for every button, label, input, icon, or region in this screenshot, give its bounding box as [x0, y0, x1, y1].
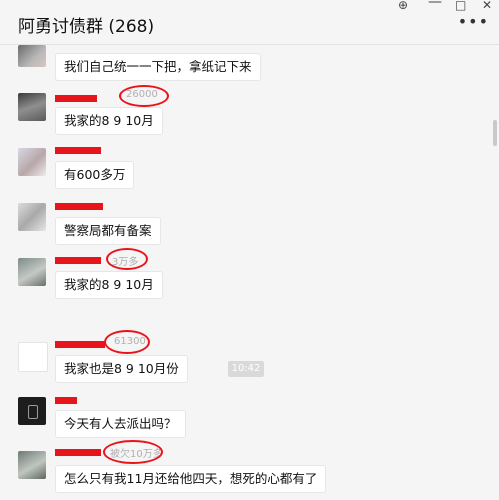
avatar[interactable] [18, 397, 46, 425]
redacted-name [55, 147, 101, 154]
avatar[interactable] [18, 203, 46, 231]
chat-scrollbar[interactable] [492, 45, 498, 500]
message-bubble[interactable]: 我们自己统一一下把，拿纸记下来 [55, 53, 261, 81]
redacted-name [55, 449, 101, 456]
timestamp: 10:42 [228, 361, 264, 377]
scroll-thumb[interactable] [493, 120, 497, 146]
highlight-circle [103, 440, 163, 464]
avatar[interactable] [18, 148, 46, 176]
redacted-name [55, 341, 105, 348]
avatar[interactable] [18, 45, 46, 67]
title-bar: 阿勇讨债群 (268) ⊕ — □ ✕ ••• [0, 0, 499, 45]
avatar[interactable] [18, 451, 46, 479]
more-icon[interactable]: ••• [458, 12, 489, 31]
pin-icon[interactable]: ⊕ [398, 0, 408, 12]
message-bubble[interactable]: 有600多万 [55, 161, 135, 189]
maximize-icon[interactable]: □ [455, 0, 466, 12]
highlight-circle [106, 248, 148, 270]
redacted-name [55, 397, 77, 404]
redacted-name [55, 257, 101, 264]
highlight-circle [104, 330, 150, 354]
message-bubble[interactable]: 今天有人去派出吗？ [55, 410, 186, 438]
avatar[interactable] [18, 258, 46, 286]
message-bubble[interactable]: 我家的8 9 10月 [55, 271, 163, 299]
avatar[interactable] [18, 342, 48, 372]
redacted-name [55, 95, 97, 102]
message-bubble[interactable]: 怎么只有我11月还给他四天，想死的心都有了 [55, 465, 327, 493]
message-bubble[interactable]: 我家也是8 9 10月份 [55, 355, 188, 383]
message-bubble[interactable]: 警察局都有备案 [55, 217, 161, 245]
avatar-figure-icon [28, 405, 38, 419]
minimize-icon[interactable]: — [428, 0, 442, 10]
redacted-name [55, 203, 103, 210]
message-bubble[interactable]: 我家的8 9 10月 [55, 107, 163, 135]
chat-area[interactable]: 我们自己统一一下把，拿纸记下来 26000 我家的8 9 10月 有600多万 … [0, 45, 490, 500]
highlight-circle [119, 85, 169, 107]
group-title: 阿勇讨债群 (268) [18, 17, 155, 37]
avatar[interactable] [18, 93, 46, 121]
close-icon[interactable]: ✕ [482, 0, 492, 12]
